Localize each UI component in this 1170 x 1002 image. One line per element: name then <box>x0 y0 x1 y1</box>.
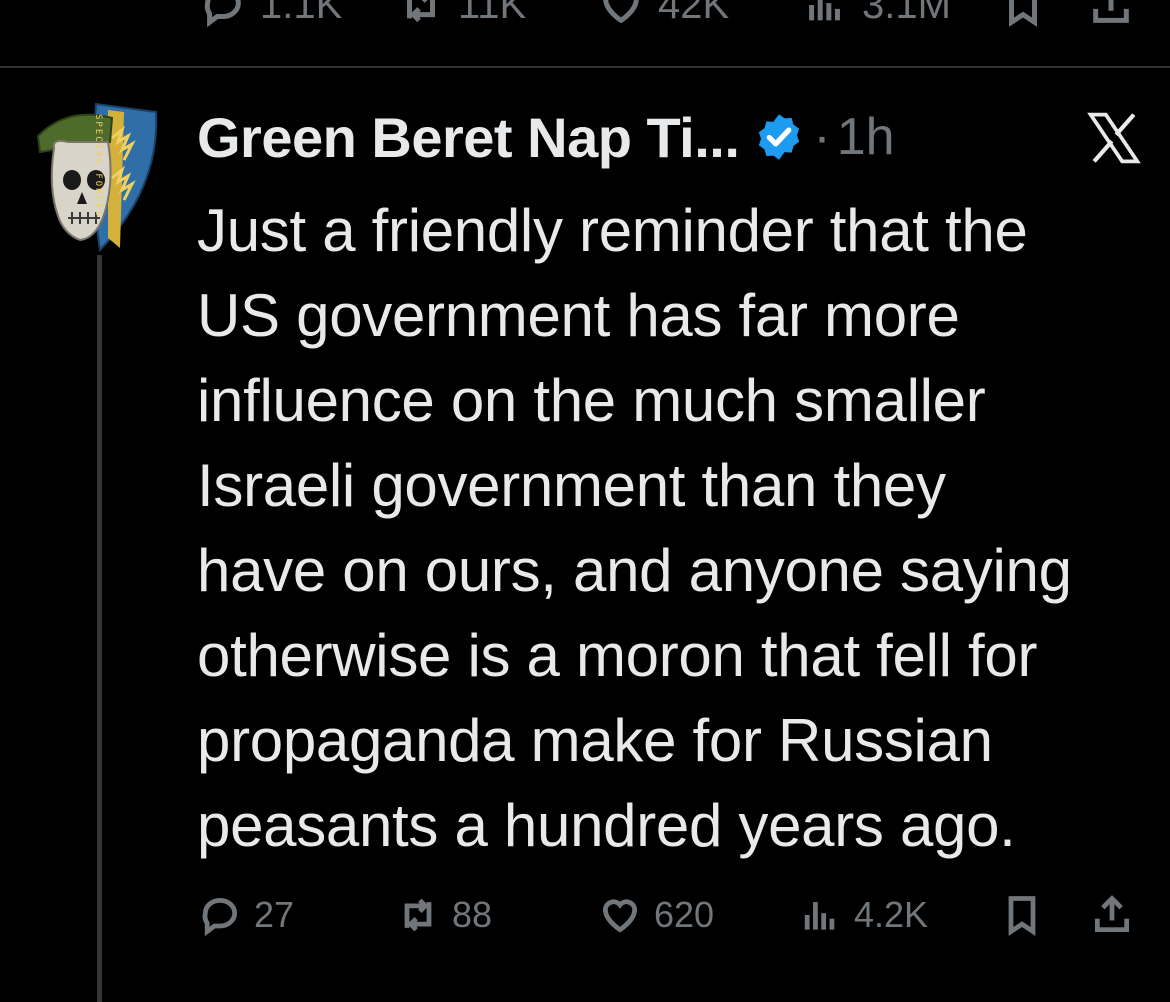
prev-share-button[interactable] <box>1088 0 1134 28</box>
x-logo-icon <box>1087 112 1141 164</box>
prev-like-button[interactable]: 42K <box>598 0 729 28</box>
prev-bookmark-button[interactable] <box>1000 0 1046 28</box>
reply-count: 27 <box>254 894 295 935</box>
prev-views-button[interactable]: 3.1M <box>802 0 951 28</box>
tweet-text-line: Israeli government than they <box>197 452 946 519</box>
previous-tweet-actions: 1.1K 11K 42K 3.1M <box>0 0 1170 68</box>
tweet-text-line: influence on the much smaller <box>197 367 986 434</box>
share-icon <box>1094 895 1130 933</box>
like-count: 620 <box>654 894 715 935</box>
author-name[interactable]: Green Beret Nap Ti... <box>197 105 740 170</box>
tweet-text-line: peasants a hundred years ago. <box>197 792 1016 859</box>
heart-icon <box>603 0 639 24</box>
bookmark-button[interactable] <box>1000 885 1044 945</box>
tweet-text-line: US government has far more <box>197 282 960 349</box>
views-icon <box>804 902 835 930</box>
prev-repost-button[interactable]: 11K <box>398 0 526 28</box>
tweet-actions: 27 88 620 4.2K <box>0 885 1170 945</box>
separator-dot: · <box>813 108 831 166</box>
tweet-text-line: Just a friendly reminder that the <box>197 197 1028 264</box>
prev-reply-count: 1.1K <box>260 0 343 27</box>
prev-repost-count: 11K <box>458 0 527 27</box>
tweet-text-line: have on ours, and anyone saying <box>197 537 1072 604</box>
views-button[interactable]: 4.2K <box>798 885 928 945</box>
reply-button[interactable]: 27 <box>198 885 294 945</box>
prev-reply-button[interactable]: 1.1K <box>200 0 342 28</box>
tweet-text-line: propaganda make for Russian <box>197 707 993 774</box>
share-button[interactable] <box>1090 885 1134 945</box>
repost-button[interactable]: 88 <box>396 885 492 945</box>
share-icon <box>1093 0 1129 23</box>
bookmark-icon <box>1008 896 1036 936</box>
tweet-text-line: otherwise is a moron that fell for <box>197 622 1038 689</box>
repost-icon <box>407 0 435 23</box>
tweet-text: Just a friendly reminder that the US gov… <box>197 188 1147 868</box>
tweet-header: Green Beret Nap Ti... · 1h <box>197 102 895 172</box>
avatar[interactable]: SPECIAL FORCES <box>28 98 162 256</box>
prev-like-count: 42K <box>658 0 730 27</box>
prev-views-count: 3.1M <box>862 0 951 27</box>
repost-icon <box>404 898 432 932</box>
repost-count: 88 <box>452 894 493 935</box>
timestamp[interactable]: 1h <box>837 107 895 167</box>
reply-icon <box>204 0 241 28</box>
like-button[interactable]: 620 <box>598 885 714 945</box>
verified-badge-icon <box>759 114 800 160</box>
heart-icon <box>602 899 638 933</box>
reply-icon <box>202 897 238 937</box>
views-count: 4.2K <box>854 894 929 935</box>
bookmark-icon <box>1009 0 1037 27</box>
views-icon <box>809 0 840 21</box>
avatar-lettering: SPECIAL FORCES <box>93 114 103 218</box>
